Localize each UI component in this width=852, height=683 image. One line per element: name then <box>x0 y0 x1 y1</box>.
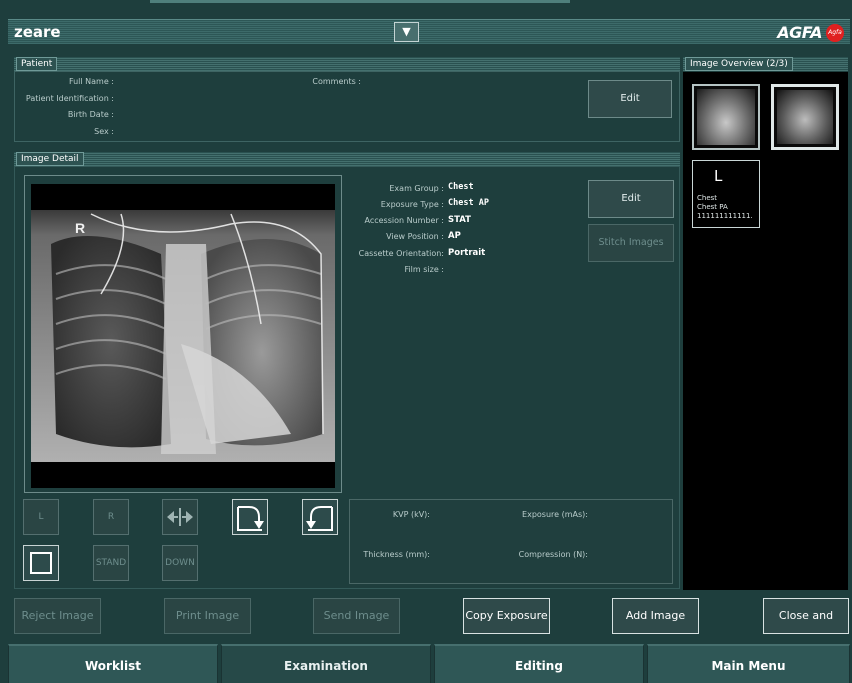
image-detail-section-label: Image Detail <box>16 152 84 166</box>
tab-worklist[interactable]: Worklist <box>8 644 218 683</box>
close-and-send-button[interactable]: Close and Send <box>763 598 849 656</box>
rotate-counterclockwise-icon <box>303 500 337 548</box>
chest-xray-image[interactable]: R <box>31 184 335 488</box>
image-overview-section-header: Image Overview (2/3) <box>683 57 848 71</box>
pelvis-xray-thumbnail <box>697 89 755 145</box>
image-overview-label: Image Overview (2/3) <box>685 57 793 71</box>
stitch-images-button[interactable]: Stitch Images <box>588 224 674 262</box>
tab-examination[interactable]: Examination <box>221 644 431 683</box>
flip-horizontal-button[interactable] <box>162 499 198 535</box>
film-size-label: Film size : <box>404 265 444 274</box>
exposure-mas-label: Exposure (mAs): <box>522 510 588 519</box>
sex-label: Sex : <box>94 127 114 136</box>
patient-title: zeare <box>14 23 61 41</box>
overview-thumbnail-2[interactable] <box>771 84 839 150</box>
exam-group-value: Chest <box>448 182 474 192</box>
exam-group-label: Exam Group : <box>389 184 444 193</box>
image-overview-panel: L Chest Chest PA 111111111111. <box>683 72 848 590</box>
overview-thumbnail-1[interactable] <box>692 84 760 150</box>
down-button[interactable]: DOWN <box>162 545 198 581</box>
rotate-clockwise-button[interactable] <box>232 499 268 535</box>
rotate-clockwise-icon <box>233 500 267 548</box>
print-image-button[interactable]: Print Image <box>164 598 251 634</box>
add-image-button[interactable]: Add Image <box>612 598 699 634</box>
image-edit-button[interactable]: Edit <box>588 180 674 218</box>
collimation-button[interactable] <box>23 545 59 581</box>
patient-panel: Full Name : Patient Identification : Bir… <box>14 71 680 142</box>
patient-edit-button[interactable]: Edit <box>588 80 672 118</box>
top-strip <box>0 0 852 19</box>
xray-side-marker: R <box>75 220 86 236</box>
exposure-type-label: Exposure Type : <box>380 200 444 209</box>
exposure-marker-icon: L <box>714 167 723 185</box>
full-name-label: Full Name : <box>68 77 114 86</box>
title-bar: zeare ▼ AGFA Agfa <box>8 19 850 44</box>
cassette-orientation-label: Cassette Orientation: <box>358 249 444 258</box>
overview-pending-card[interactable]: L Chest Chest PA 111111111111. <box>692 160 760 228</box>
cassette-orientation-value: Portrait <box>448 248 486 258</box>
action-bar: Reject Image Print Image Send Image Copy… <box>0 592 852 656</box>
birth-date-label: Birth Date : <box>67 110 114 119</box>
agfa-rhombus-icon: Agfa <box>826 24 844 42</box>
accession-number-value: STAT <box>448 215 471 225</box>
copy-exposure-button[interactable]: Copy Exposure <box>463 598 550 634</box>
comments-label: Comments : <box>312 77 361 86</box>
view-position-value: AP <box>448 231 461 241</box>
kvp-label: KVP (kV): <box>392 510 430 519</box>
patient-id-label: Patient Identification : <box>25 94 114 103</box>
reject-image-button[interactable]: Reject Image <box>14 598 101 634</box>
rotate-counterclockwise-button[interactable] <box>302 499 338 535</box>
accession-number-label: Accession Number : <box>364 216 445 225</box>
pending-card-line3: 111111111111. <box>697 212 753 220</box>
stand-button[interactable]: STAND <box>93 545 129 581</box>
pending-card-line1: Chest <box>697 194 718 202</box>
chest-xray-thumbnail <box>777 90 833 144</box>
pending-card-line2: Chest PA <box>697 203 728 211</box>
chevron-down-icon: ▼ <box>402 25 411 38</box>
image-detail-section-header: Image Detail <box>14 152 680 166</box>
agfa-logo: AGFA <box>777 23 822 42</box>
thickness-label: Thickness (mm): <box>363 550 430 559</box>
view-position-label: View Position : <box>386 232 444 241</box>
square-icon <box>30 552 52 574</box>
exposure-type-value: Chest AP <box>448 198 489 208</box>
app-window: zeare ▼ AGFA Agfa Patient Full Name : Pa… <box>0 0 852 683</box>
xray-image-frame[interactable]: R <box>24 175 342 493</box>
send-image-button[interactable]: Send Image <box>313 598 400 634</box>
exposure-parameters-box: KVP (kV): Exposure (mAs): Thickness (mm)… <box>349 499 673 584</box>
mark-left-button[interactable]: L <box>23 499 59 535</box>
patient-section-label: Patient <box>16 57 58 71</box>
tab-editing[interactable]: Editing <box>434 644 644 683</box>
tab-main-menu[interactable]: Main Menu <box>647 644 850 683</box>
flip-horizontal-icon <box>163 500 197 542</box>
patient-section-header: Patient <box>14 57 680 71</box>
compression-label: Compression (N): <box>518 550 588 559</box>
mark-right-button[interactable]: R <box>93 499 129 535</box>
title-dropdown-button[interactable]: ▼ <box>394 22 419 42</box>
